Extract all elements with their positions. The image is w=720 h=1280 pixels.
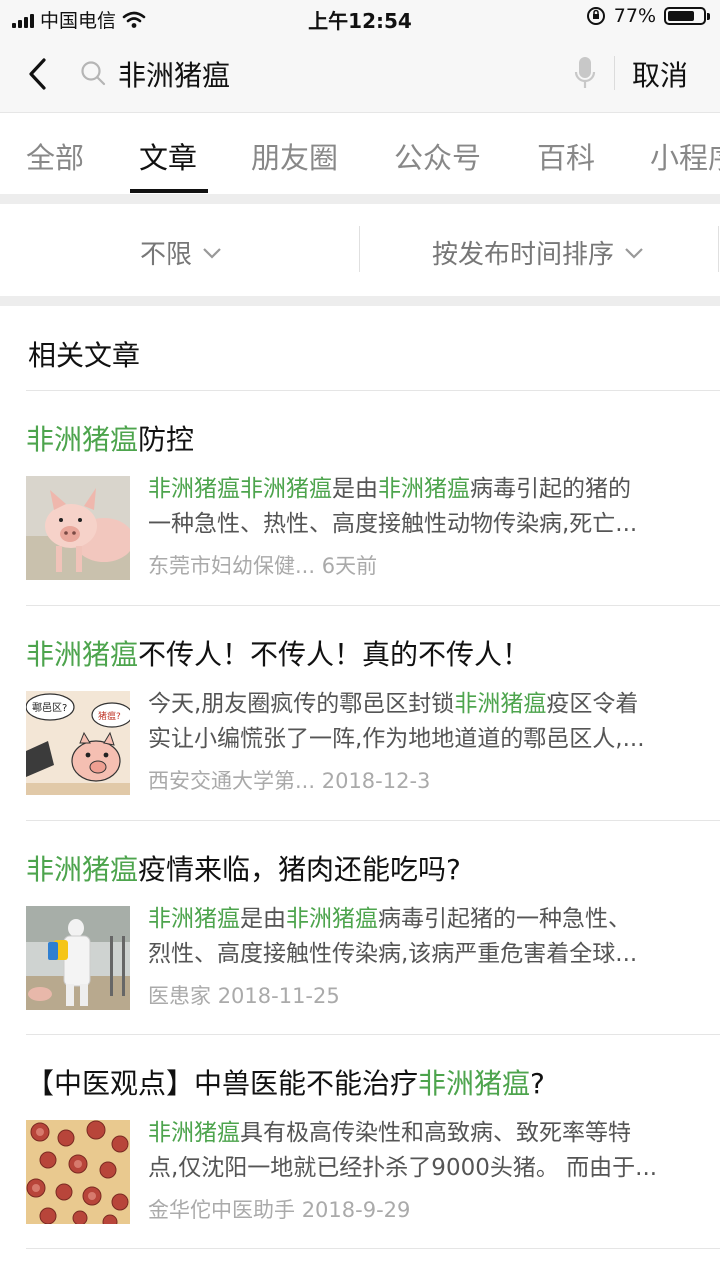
snippet-line-2: 烈性、高度接触性传染病,该病严重危害着全球... (148, 941, 638, 967)
keyword-highlight: 非洲猪瘟 (148, 476, 240, 502)
status-bar: 中国电信 上午12:54 77% (0, 0, 720, 36)
snippet-line-2: 一种急性、热性、高度接触性动物传染病,死亡... (148, 511, 638, 537)
keyword-highlight: 非洲猪瘟 (454, 691, 547, 717)
filter-divider (718, 226, 719, 272)
category-tabs: 全部 文章 朋友圈 公众号 百科 小程序 (0, 112, 720, 195)
article-snippet: 今天,朋友圈疯传的鄠邑区封锁非洲猪瘟疫区令着 实让小编慌张了一阵,作为地地道道的… (148, 687, 688, 757)
text-segment: 是由 (240, 906, 286, 932)
text-segment: 疫区令着 (546, 691, 639, 717)
article-source: 金华佗中医助手 (148, 1198, 295, 1222)
keyword-highlight: 非洲猪瘟 (240, 476, 332, 502)
article-thumbnail-virus (26, 1120, 130, 1224)
cancel-button[interactable]: 取消 (632, 54, 688, 94)
snippet-line-1: 非洲猪瘟具有极高传染性和高致病、致死率等特 (148, 1116, 688, 1151)
article-meta: 金华佗中医助手 2018-9-29 (148, 1194, 410, 1224)
search-input[interactable]: 非洲猪瘟 (118, 54, 230, 94)
article-date: 6天前 (321, 554, 378, 578)
chevron-down-icon (625, 247, 643, 259)
text-segment: 疫情来临，猪肉还能吃吗? (138, 853, 461, 886)
divider (26, 820, 720, 821)
snippet-line-1: 今天,朋友圈疯传的鄠邑区封锁非洲猪瘟疫区令着 (148, 687, 688, 722)
snippet-line-2: 实让小编慌张了一阵,作为地地道道的鄠邑区人,... (148, 726, 645, 752)
article-date: 2018-11-25 (217, 984, 340, 1008)
article-title: 非洲猪瘟疫情来临，猪肉还能吃吗? (26, 848, 461, 888)
tab-all[interactable]: 全部 (26, 135, 84, 177)
text-segment: 【中医观点】中兽医能不能治疗 (26, 1067, 419, 1100)
filter-divider (359, 226, 360, 272)
tab-mini-programs[interactable]: 小程序 (650, 135, 720, 177)
article-snippet: 非洲猪瘟是由非洲猪瘟病毒引起猪的一种急性、 烈性、高度接触性传染病,该病严重危害… (148, 902, 688, 972)
article-title: 非洲猪瘟防控 (26, 418, 194, 458)
snippet-line-1: 非洲猪瘟非洲猪瘟是由非洲猪瘟病毒引起的猪的 (148, 472, 688, 507)
article-date: 2018-12-3 (321, 769, 431, 793)
microphone-icon[interactable] (574, 56, 596, 90)
time-range-label: 不限 (140, 240, 193, 270)
article-date: 2018-9-29 (301, 1198, 411, 1222)
divider (26, 390, 720, 391)
article-thumbnail-pig (26, 476, 130, 580)
back-arrow-icon[interactable] (24, 56, 54, 92)
keyword-highlight: 非洲猪瘟 (286, 906, 378, 932)
tab-articles[interactable]: 文章 (139, 135, 197, 177)
keyword-highlight: 非洲猪瘟 (26, 638, 139, 671)
text-segment: ? (530, 1067, 545, 1100)
text-segment: 不传人！不传人！真的不传人！ (138, 638, 531, 671)
article-title: 【中医观点】中兽医能不能治疗非洲猪瘟? (26, 1062, 545, 1102)
tab-moments[interactable]: 朋友圈 (251, 135, 338, 177)
article-meta: 医患家 2018-11-25 (148, 980, 340, 1010)
keyword-highlight: 非洲猪瘟 (418, 1067, 531, 1100)
article-thumbnail-worker (26, 906, 130, 1010)
tab-official-accounts[interactable]: 公众号 (394, 135, 481, 177)
chevron-down-icon (203, 247, 221, 259)
filter-bar: 不限 按发布时间排序 (0, 204, 720, 296)
rotation-lock-icon (586, 7, 605, 25)
text-segment: 病毒引起猪的一种急性、 (378, 906, 631, 932)
article-title: 非洲猪瘟不传人！不传人！真的不传人！ (26, 633, 530, 673)
snippet-line-2: 点,仅沈阳一地就已经扑杀了9000头猪。 而由于... (148, 1155, 658, 1181)
article-meta: 东莞市妇幼保健... 6天前 (148, 550, 377, 580)
thumb-bubble-2: 猪瘟? (98, 710, 121, 722)
text-segment: 是由 (332, 476, 378, 502)
article-source: 医患家 (148, 984, 211, 1008)
text-segment: 具有极高传染性和高致病、致死率等特 (240, 1120, 631, 1146)
divider (26, 1248, 720, 1249)
thumb-bubble-1: 鄠邑区? (32, 702, 67, 714)
sort-label: 按发布时间排序 (432, 240, 615, 270)
text-segment: 防控 (138, 423, 195, 456)
article-snippet: 非洲猪瘟非洲猪瘟是由非洲猪瘟病毒引起的猪的 一种急性、热性、高度接触性动物传染病… (148, 472, 688, 542)
keyword-highlight: 非洲猪瘟 (148, 1120, 240, 1146)
time-range-filter[interactable]: 不限 (140, 234, 222, 271)
tab-encyclopedia[interactable]: 百科 (537, 135, 595, 177)
divider (26, 605, 720, 606)
text-segment: 病毒引起的猪的 (470, 476, 631, 502)
battery-percent: 77% (613, 5, 656, 27)
active-tab-indicator (130, 189, 208, 193)
article-thumbnail-cartoon: 鄠邑区? 猪瘟? (26, 691, 130, 795)
search-icon (81, 61, 106, 86)
section-gap (0, 296, 720, 306)
section-title: 相关文章 (28, 339, 141, 372)
keyword-highlight: 非洲猪瘟 (26, 853, 139, 886)
keyword-highlight: 非洲猪瘟 (148, 906, 240, 932)
text-segment: 今天,朋友圈疯传的鄠邑区封锁 (148, 691, 455, 717)
snippet-line-1: 非洲猪瘟是由非洲猪瘟病毒引起猪的一种急性、 (148, 902, 688, 937)
keyword-highlight: 非洲猪瘟 (378, 476, 470, 502)
article-source: 西安交通大学第... (148, 769, 316, 793)
article-meta: 西安交通大学第... 2018-12-3 (148, 765, 430, 795)
search-bar: 非洲猪瘟 取消 (0, 36, 720, 112)
battery-icon (664, 7, 710, 25)
search-divider (614, 56, 615, 90)
section-gap (0, 194, 720, 204)
keyword-highlight: 非洲猪瘟 (26, 423, 139, 456)
sort-filter[interactable]: 按发布时间排序 (432, 234, 644, 271)
article-source: 东莞市妇幼保健... (148, 554, 316, 578)
article-snippet: 非洲猪瘟具有极高传染性和高致病、致死率等特 点,仅沈阳一地就已经扑杀了9000头… (148, 1116, 688, 1186)
divider (26, 1034, 720, 1035)
